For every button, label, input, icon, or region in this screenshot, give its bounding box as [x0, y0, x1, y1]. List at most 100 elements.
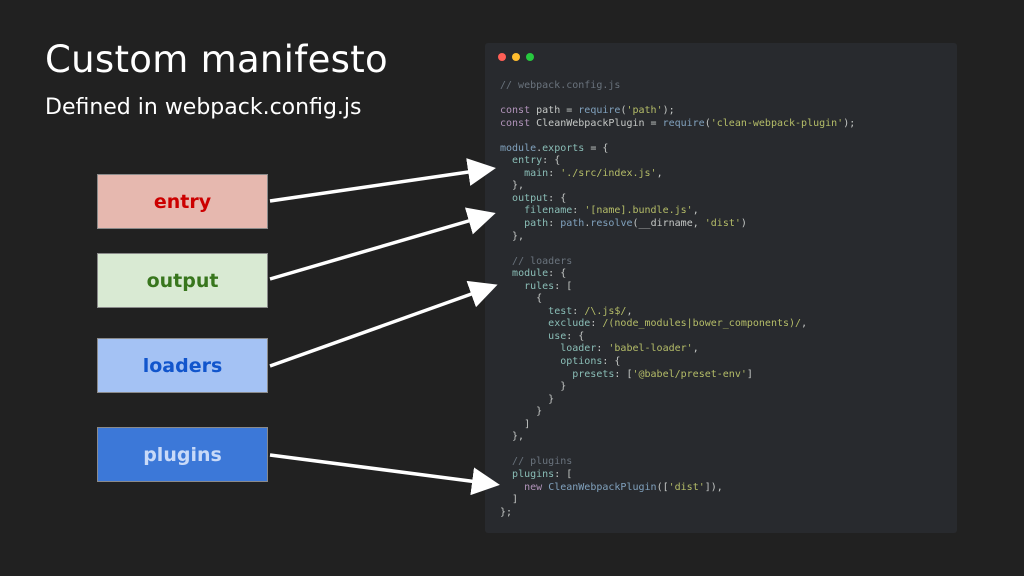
code-token: 'dist' [668, 481, 705, 493]
code-line: } [500, 394, 855, 407]
plugins-arrow [269, 453, 500, 496]
code-token: exports [542, 142, 585, 154]
code-token: , [656, 167, 663, 179]
code-token: /(node_modules|bower_components)/ [602, 318, 802, 330]
code-token: require [662, 117, 705, 129]
code-token: resolve [590, 218, 633, 230]
code-token: : [548, 167, 561, 179]
code-token: : [596, 343, 609, 355]
code-token: // webpack.config.js [500, 80, 621, 91]
code-token: : [ [614, 368, 633, 380]
code-token: : [572, 205, 585, 217]
code-token: ([ [656, 481, 669, 493]
output-arrow [269, 207, 496, 281]
code-line: }, [500, 431, 855, 444]
code-token: module [512, 268, 549, 280]
code-token: : { [602, 356, 621, 368]
code-token: : [ [554, 468, 573, 480]
code-token: }, [500, 180, 525, 192]
code-token: CleanWebpackPlugin = [530, 117, 663, 129]
code-token: 'dist' [704, 218, 741, 230]
code-line: ] [500, 419, 855, 432]
code-token: }; [500, 506, 513, 518]
code-token: // loaders [512, 255, 573, 267]
output-label-box: output [97, 253, 268, 308]
code-line: use: { [500, 331, 855, 344]
code-line: loader: 'babel-loader', [500, 343, 855, 356]
code-token: presets [572, 368, 615, 380]
code-token: /\.js$/ [584, 305, 627, 317]
code-token: loader [560, 343, 597, 355]
code-token: plugins [512, 468, 555, 480]
code-token: output [512, 192, 549, 204]
code-line: }; [500, 507, 855, 520]
code-line: new CleanWebpackPlugin(['dist']), [500, 482, 855, 495]
slide-subtitle: Defined in webpack.config.js [45, 95, 362, 120]
code-token: } [500, 381, 567, 393]
code-token: const [500, 117, 531, 129]
code-line: // webpack.config.js [500, 80, 855, 93]
code-token: entry [512, 155, 543, 167]
code-token: path = [530, 105, 579, 117]
code-token: }, [500, 230, 525, 242]
code-token: const [500, 105, 531, 117]
code-line: filename: '[name].bundle.js', [500, 205, 855, 218]
code-line: plugins: [ [500, 469, 855, 482]
code-line: }, [500, 231, 855, 244]
code-token: path [560, 218, 585, 230]
code-line: } [500, 381, 855, 394]
code-token: '@babel/preset-env' [632, 368, 747, 380]
code-token: path [524, 218, 549, 230]
code-line: // plugins [500, 456, 855, 469]
code-token: new [524, 481, 543, 493]
code-line: module: { [500, 268, 855, 281]
code-line: const path = require('path'); [500, 105, 855, 118]
loaders-arrow [269, 280, 498, 368]
code-line: presets: ['@babel/preset-env'] [500, 369, 855, 382]
code-token: // plugins [512, 456, 573, 468]
code-token: rules [524, 280, 555, 292]
code-token: module [500, 142, 537, 154]
code-line: rules: [ [500, 281, 855, 294]
entry-arrow [269, 158, 496, 203]
code-token: ] [500, 494, 519, 506]
minimize-dot-icon[interactable] [512, 53, 520, 61]
window-controls [498, 53, 534, 61]
code-token: : { [548, 268, 567, 280]
code-token: (__dirname, [632, 218, 705, 230]
code-token: : { [566, 330, 585, 342]
maximize-dot-icon[interactable] [526, 53, 534, 61]
code-token: 'babel-loader' [608, 343, 693, 355]
code-line: } [500, 406, 855, 419]
code-token: 'clean-webpack-plugin' [710, 117, 844, 129]
code-line: // loaders [500, 256, 855, 269]
code-token: main [524, 167, 549, 179]
code-token: } [500, 393, 555, 405]
code-token: ] [746, 368, 753, 380]
slide-title: Custom manifesto [45, 38, 388, 81]
code-token: : [572, 305, 585, 317]
code-token: ] [500, 418, 531, 430]
code-line: }, [500, 180, 855, 193]
code-block: // webpack.config.js const path = requir… [500, 80, 855, 519]
code-token: : { [542, 155, 561, 167]
code-token: , [692, 205, 699, 217]
close-dot-icon[interactable] [498, 53, 506, 61]
code-token: '[name].bundle.js' [584, 205, 693, 217]
code-token: CleanWebpackPlugin [548, 481, 657, 493]
